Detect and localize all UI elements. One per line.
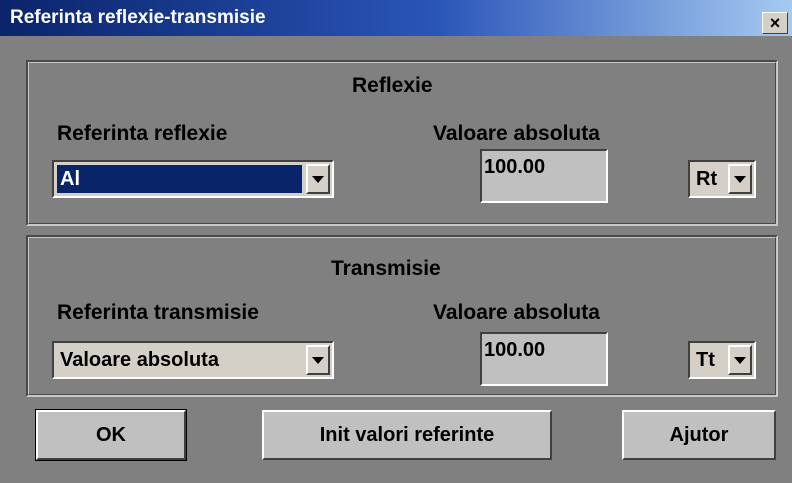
transmisie-unit-value: Tt <box>696 349 715 371</box>
ok-button[interactable]: OK <box>35 409 187 461</box>
window-title: Referinta reflexie-transmisie <box>10 7 266 28</box>
dialog-window: Referinta reflexie-transmisie × Reflexie… <box>0 0 792 483</box>
help-button[interactable]: Ajutor <box>622 410 776 460</box>
reflexie-ref-label: Referinta reflexie <box>57 122 228 145</box>
reflexie-ref-value: Al <box>57 165 302 193</box>
reflexie-unit-dropdown-button[interactable] <box>728 164 752 194</box>
transmisie-unit-dropdown[interactable]: Tt <box>688 341 756 379</box>
reflexie-unit-dropdown[interactable]: Rt <box>688 160 756 198</box>
ok-button-label: OK <box>96 423 126 446</box>
transmisie-unit-dropdown-button[interactable] <box>728 345 752 375</box>
reflexie-group: Reflexie Referinta reflexie Valoare abso… <box>26 60 778 226</box>
transmisie-ref-dropdown[interactable]: Valoare absoluta <box>52 341 334 379</box>
transmisie-ref-dropdown-button[interactable] <box>306 345 330 375</box>
transmisie-group: Transmisie Referinta transmisie Valoare … <box>26 235 778 397</box>
chevron-down-icon <box>734 175 746 183</box>
transmisie-abs-input[interactable]: 100.00 <box>480 332 608 386</box>
close-icon: × <box>769 13 781 33</box>
reflexie-ref-dropdown-button[interactable] <box>306 164 330 194</box>
transmisie-heading: Transmisie <box>331 257 441 280</box>
reflexie-heading: Reflexie <box>352 74 433 97</box>
reflexie-ref-dropdown[interactable]: Al <box>52 160 334 198</box>
transmisie-ref-label: Referinta transmisie <box>57 301 259 324</box>
transmisie-ref-value: Valoare absoluta <box>60 349 219 371</box>
reflexie-abs-label: Valoare absoluta <box>433 122 600 145</box>
init-references-button-label: Init valori referinte <box>319 423 495 446</box>
transmisie-abs-label: Valoare absoluta <box>433 301 600 324</box>
chevron-down-icon <box>312 175 324 183</box>
title-bar[interactable]: Referinta reflexie-transmisie × <box>0 0 792 36</box>
reflexie-unit-value: Rt <box>696 168 718 190</box>
close-button[interactable]: × <box>762 12 788 34</box>
reflexie-abs-input[interactable]: 100.00 <box>480 149 608 203</box>
chevron-down-icon <box>734 356 746 364</box>
chevron-down-icon <box>312 356 324 364</box>
help-button-label: Ajutor <box>669 423 729 446</box>
init-references-button[interactable]: Init valori referinte <box>262 410 552 460</box>
